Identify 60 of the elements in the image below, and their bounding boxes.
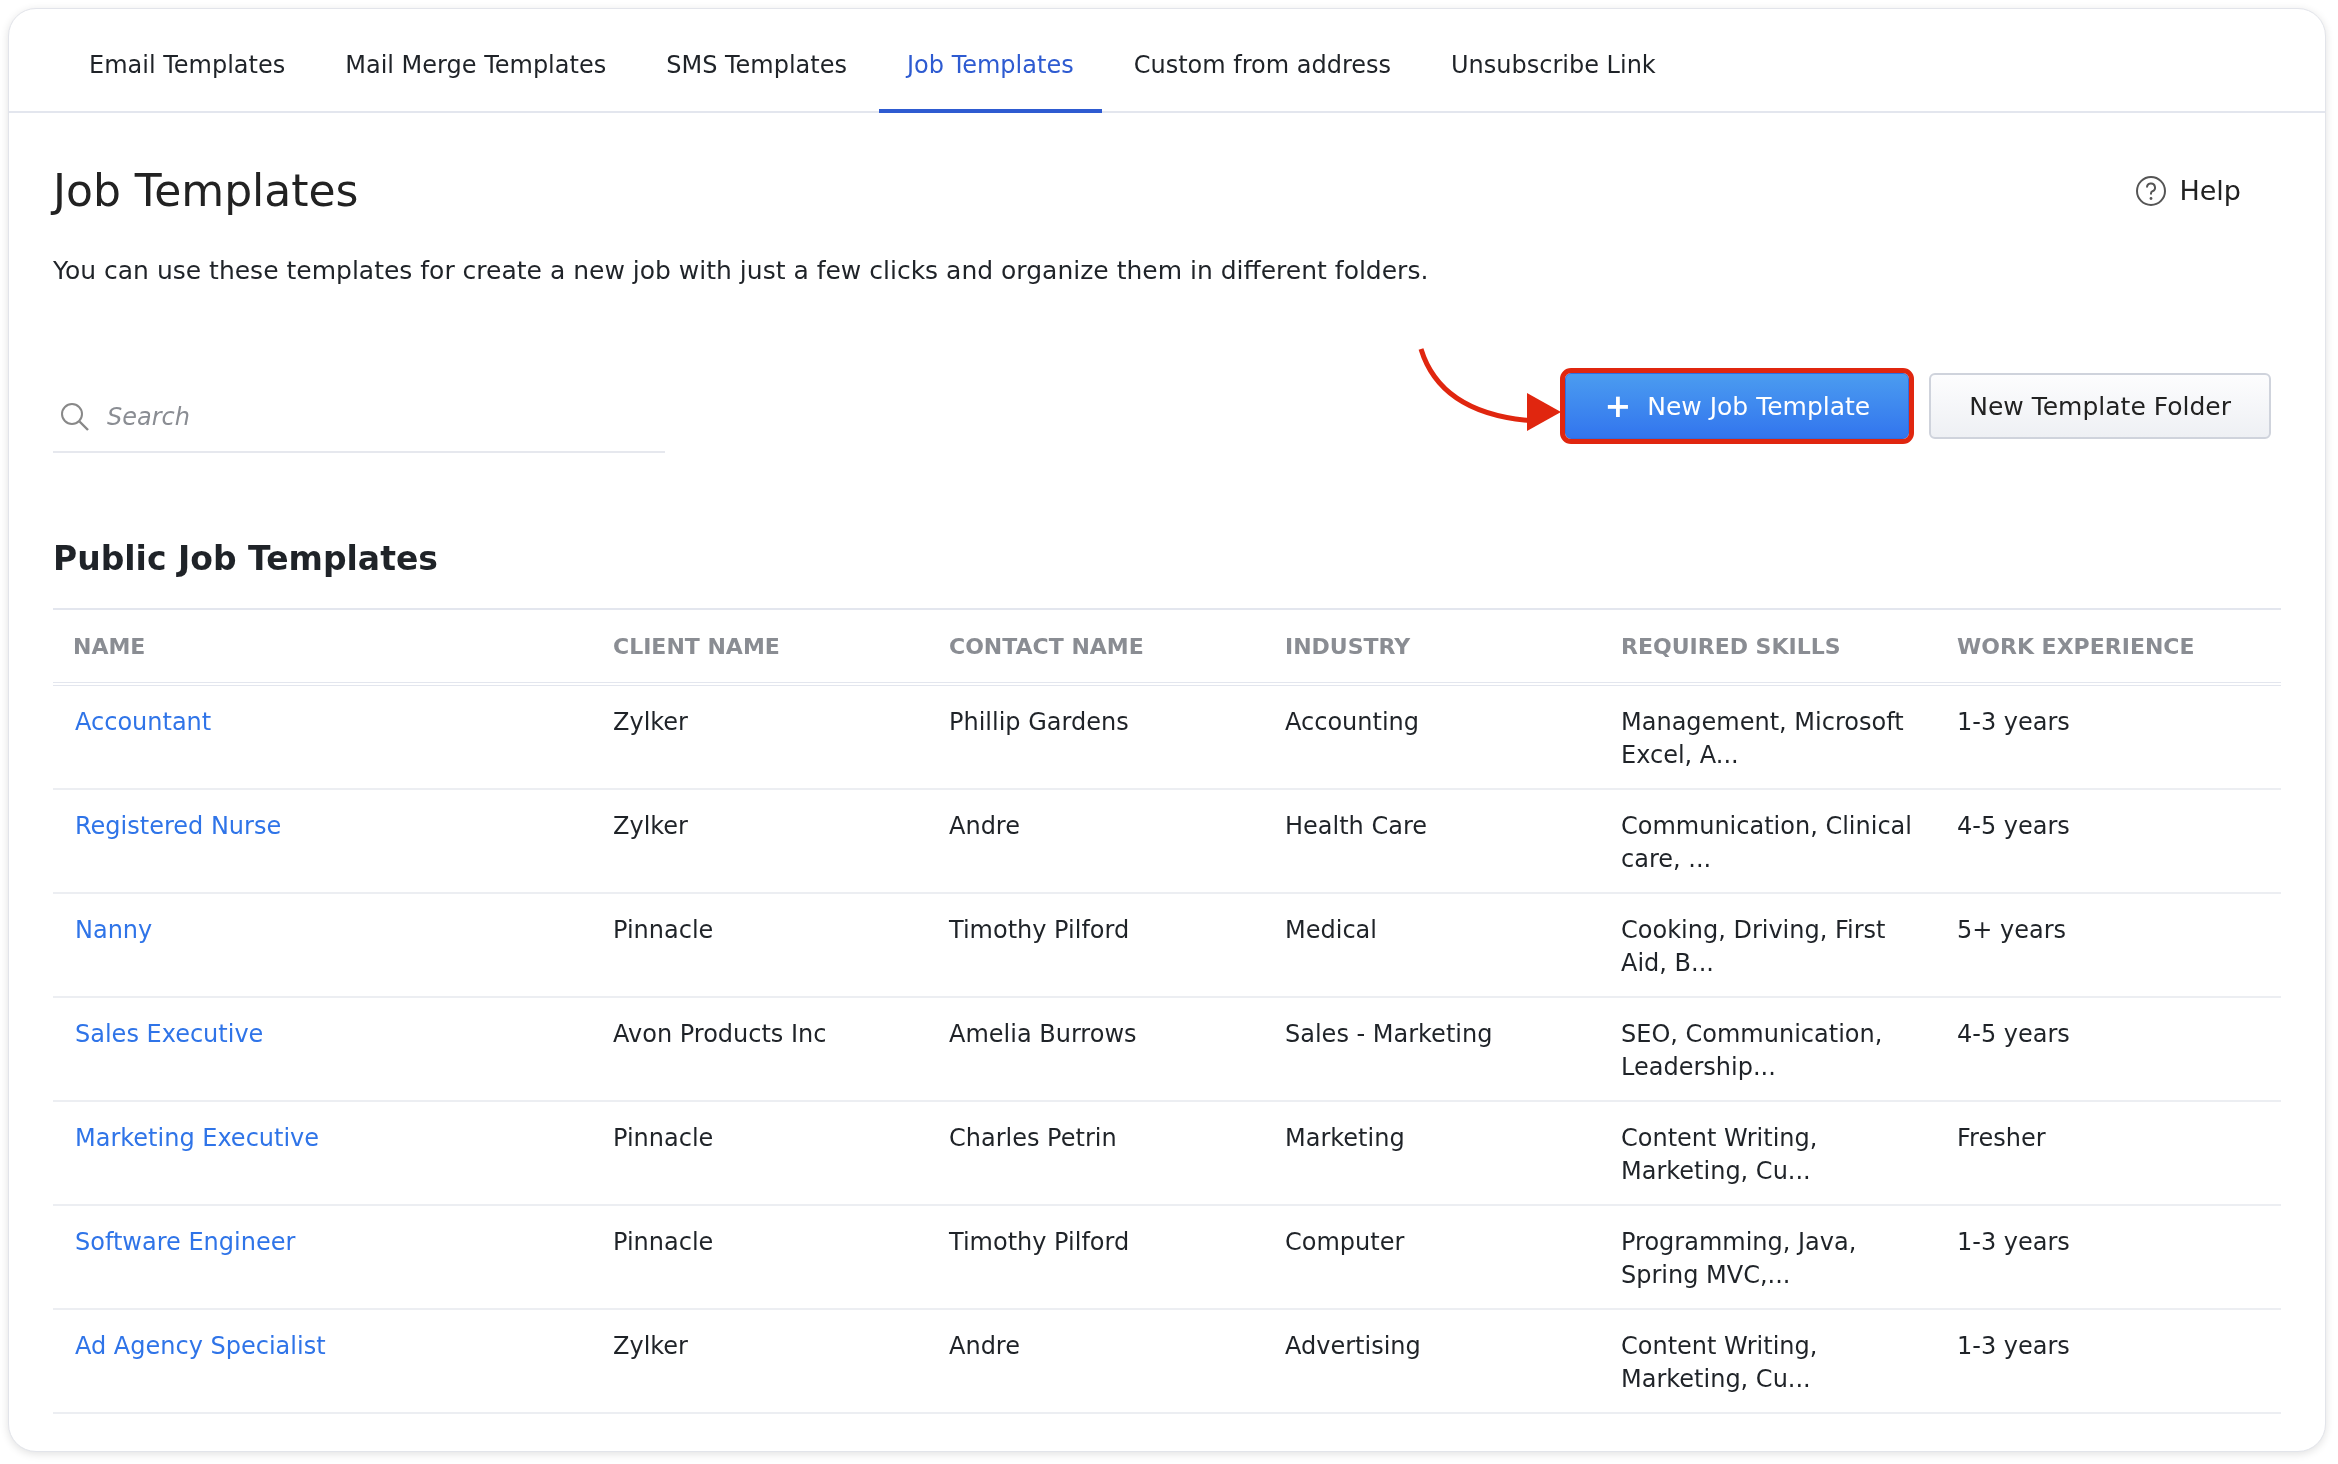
table-cell: Pinnacle [613,1124,714,1152]
table-cell: Zylker [613,812,688,840]
template-link[interactable]: Sales Executive [75,1020,264,1048]
table-cell: Marketing [1285,1124,1405,1152]
section-title: Public Job Templates [53,539,439,578]
table-cell: Cooking, Driving, First Aid, B... [1621,916,1886,977]
search-icon [59,401,91,433]
table-cell: Zylker [613,708,688,736]
table-cell: Fresher [1957,1124,2046,1152]
table-cell: Advertising [1285,1332,1421,1360]
tab[interactable]: Unsubscribe Link [1423,9,1684,113]
table-cell: 4-5 years [1957,1020,2070,1048]
column-header: WORK EXPERIENCE [1957,633,2196,659]
table-cell: Avon Products Inc [613,1020,827,1048]
table-cell: Programming, Java, Spring MVC,... [1621,1228,1857,1289]
template-link[interactable]: Accountant [75,708,212,736]
table-cell: Timothy Pilford [949,916,1130,944]
table-cell: 1-3 years [1957,1332,2070,1360]
table-cell: Management, Microsoft Excel, A... [1621,708,1904,769]
column-header: NAME [72,633,147,659]
table-cell: Computer [1285,1228,1405,1256]
column-header: CONTACT NAME [949,633,1145,659]
description-text: You can use these templates for create a new job with just a few clicks and organize them in different folders. [53,256,1430,285]
table-cell: SEO, Communication, Leadership... [1621,1020,1883,1081]
column-header: CLIENT NAME [613,633,781,659]
table-cell: Health Care [1285,812,1427,840]
table-cell: Communication, Clinical care, ... [1621,812,1912,873]
help-link[interactable]: Help [2135,174,2241,207]
table-cell: Sales - Marketing [1285,1020,1493,1048]
table-cell: Accounting [1285,708,1419,736]
template-link[interactable]: Nanny [75,916,153,944]
template-link[interactable]: Registered Nurse [75,812,282,840]
table-cell: Timothy Pilford [949,1228,1130,1256]
table-cell: Charles Petrin [949,1124,1117,1152]
table-cell: Andre [949,812,1020,840]
new-button[interactable]: New Template Folder [1929,373,2271,439]
template-link[interactable]: Marketing Executive [75,1124,320,1152]
help-icon [2135,174,2168,207]
tab[interactable]: SMS Templates [638,9,875,113]
table-cell: Phillip Gardens [949,708,1129,736]
column-header: REQUIRED SKILLS [1621,633,1842,659]
table-cell: 4-5 years [1957,812,2070,840]
table-cell: 5+ years [1957,916,2067,944]
table-cell: Content Writing, Marketing, Cu... [1621,1124,1818,1185]
column-header: INDUSTRY [1285,633,1412,659]
table-cell: Zylker [613,1332,688,1360]
template-link[interactable]: Ad Agency Specialist [75,1332,326,1360]
template-link[interactable]: Software Engineer [75,1228,296,1256]
tab[interactable]: Custom from address [1105,9,1419,113]
table-cell: Medical [1285,916,1377,944]
table-cell: Content Writing, Marketing, Cu... [1621,1332,1818,1393]
tab[interactable]: Mail Merge Templates [317,9,635,113]
table-cell: Pinnacle [613,916,714,944]
table-cell: Andre [949,1332,1020,1360]
tab[interactable]: Job Templates [879,9,1102,113]
table-cell: Pinnacle [613,1228,714,1256]
table-cell: 1-3 years [1957,1228,2070,1256]
tab[interactable]: Email Templates [61,9,314,113]
table-cell: Amelia Burrows [949,1020,1137,1048]
table-cell: 1-3 years [1957,708,2070,736]
